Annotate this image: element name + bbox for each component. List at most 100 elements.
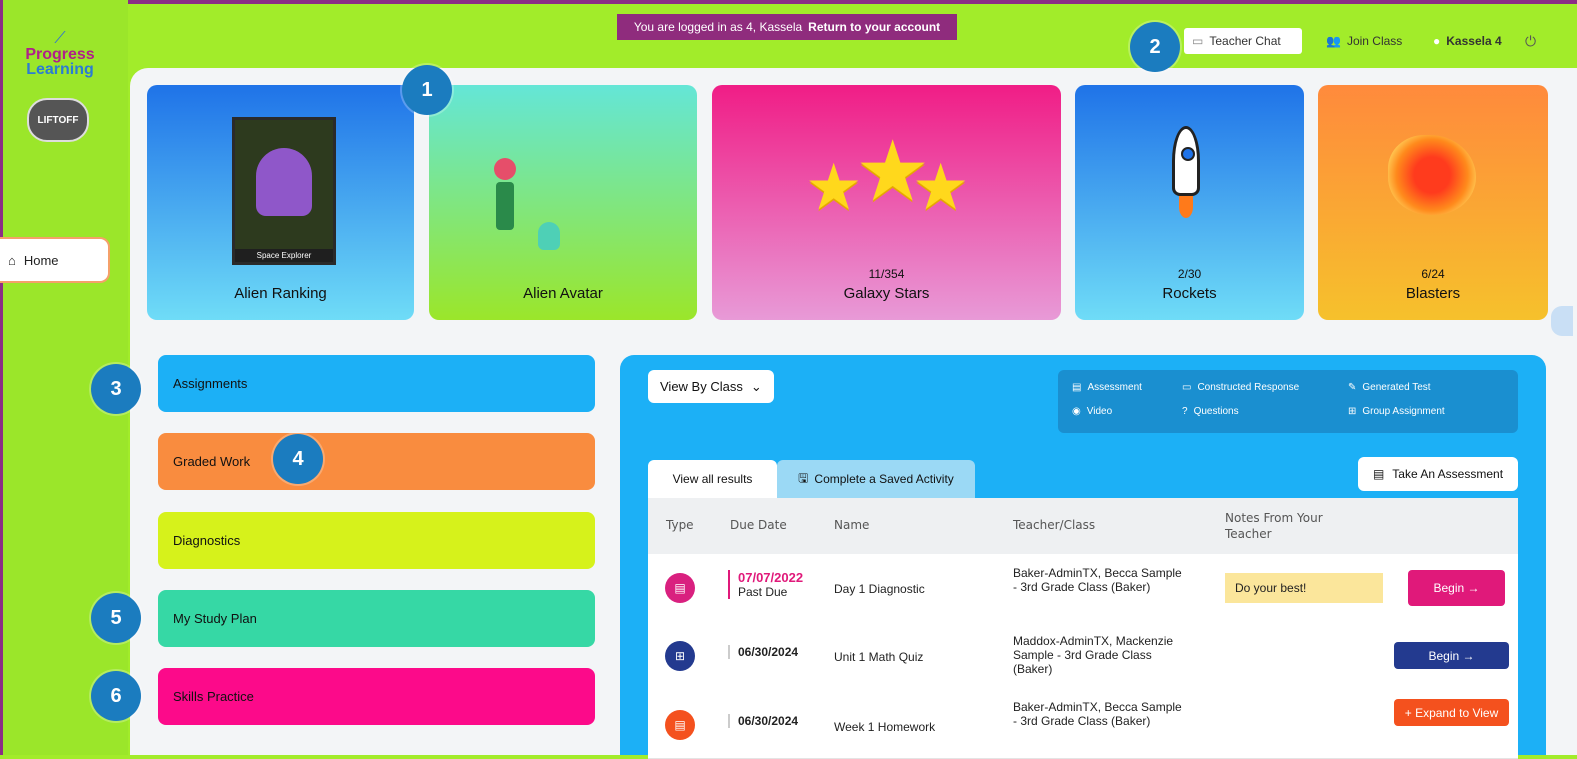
table-row[interactable]: ▤ 06/30/2024 Week 1 Homework Baker-Admin… (648, 690, 1518, 759)
liftoff-logo: LIFTOFF (27, 98, 89, 142)
callout-badge-1: 1 (402, 65, 452, 115)
rocket-icon (1163, 126, 1209, 226)
legend-label: Constructed Response (1197, 382, 1300, 393)
legend-label: Questions (1193, 406, 1239, 417)
table-header: Type Due Date Name Teacher/Class Notes F… (648, 498, 1518, 554)
save-icon: 🖫 (798, 470, 809, 485)
legend-label: Assessment (1087, 382, 1142, 393)
due-date: 07/07/2022 (738, 570, 804, 585)
skills-practice-button[interactable]: Skills Practice (158, 668, 595, 725)
header-due-date: Due Date (730, 518, 787, 532)
small-alien-icon (538, 222, 560, 250)
microphone-tab-icon[interactable] (1551, 306, 1573, 336)
constructed-response-icon: ▭ (1182, 382, 1192, 393)
card-count: 11/354 (868, 267, 905, 281)
due-date: 06/30/2024 (738, 645, 799, 659)
left-frame (0, 0, 3, 755)
legend-video: ◉ Video (1072, 406, 1112, 417)
user-icon: ● (1433, 34, 1441, 48)
sidebar-item-home[interactable]: ⌂ Home (0, 237, 110, 283)
card-title: Blasters (1405, 285, 1461, 302)
chat-icon: ▭ (1192, 34, 1204, 48)
user-name-label: Kassela 4 (1446, 34, 1502, 48)
callout-badge-5: 5 (91, 593, 141, 643)
callout-badge-3: 3 (91, 364, 141, 414)
generated-test-icon: ✎ (1348, 382, 1357, 393)
tab-label: Complete a Saved Activity (814, 472, 954, 486)
space-explorer-poster: Space Explorer (232, 117, 336, 265)
assignment-name: Day 1 Diagnostic (834, 582, 925, 596)
past-due-label: Past Due (738, 585, 788, 599)
header-name: Name (834, 518, 870, 532)
take-assessment-button[interactable]: ▤ Take An Assessment (1358, 457, 1518, 491)
card-title: Alien Ranking (234, 285, 327, 302)
legend-assessment: ▤ Assessment (1072, 382, 1142, 393)
card-count: 6/24 (1421, 267, 1445, 281)
begin-button[interactable]: Begin → (1394, 642, 1509, 669)
document-icon: ▤ (1372, 467, 1385, 481)
card-title: Alien Avatar (523, 285, 603, 302)
assignment-type-legend: ▤ Assessment ▭ Constructed Response ✎ Gener… (1058, 370, 1518, 433)
teacher-class: Baker-AdminTX, Becca Sample - 3rd Grade … (1013, 700, 1182, 728)
sidebar-item-label: Home (23, 252, 59, 268)
due-date: 06/30/2024 (738, 714, 799, 728)
impersonation-banner: You are logged in as 4, Kassela Return t… (617, 14, 957, 40)
assignments-table: Type Due Date Name Teacher/Class Notes F… (648, 498, 1518, 759)
take-assessment-label: Take An Assessment (1392, 467, 1504, 481)
home-icon: ⌂ (8, 252, 16, 268)
view-by-label: View By Class (660, 379, 743, 394)
banner-text: You are logged in as 4, Kassela (633, 20, 803, 34)
diagnostics-button[interactable]: Diagnostics (158, 512, 595, 569)
study-plan-button[interactable]: My Study Plan (158, 590, 595, 647)
chevron-down-icon: ⌄ (750, 378, 762, 394)
teacher-chat-label: Teacher Chat (1209, 34, 1281, 48)
table-row[interactable]: ▤ 07/07/2022 Past Due Day 1 Diagnostic B… (648, 554, 1518, 623)
star-icon: ★ (912, 151, 970, 223)
robot-avatar-icon (492, 158, 518, 252)
question-icon: ? (1182, 406, 1188, 417)
header-teacher-class: Teacher/Class (1013, 518, 1096, 532)
header-type: Type (666, 518, 694, 532)
group-assignment-icon: ⊞ (1348, 406, 1357, 417)
group-icon: 👥 (1326, 34, 1341, 48)
table-row[interactable]: ⊞ 06/30/2024 Unit 1 Math Quiz Maddox-Adm… (648, 622, 1518, 691)
teacher-chat-button[interactable]: ▭ Teacher Chat (1184, 28, 1302, 54)
assessment-icon: ▤ (665, 573, 695, 603)
callout-badge-2: 2 (1130, 22, 1180, 72)
alien-avatar-card[interactable]: Alien Avatar (429, 85, 697, 320)
logo-word-learning: Learning (26, 61, 94, 78)
join-class-button[interactable]: 👥 Join Class (1326, 28, 1402, 54)
assessment-icon: ▤ (1072, 382, 1082, 393)
star-icon: ★ (805, 151, 863, 223)
assessment-icon: ▤ (665, 710, 695, 740)
expand-to-view-button[interactable]: + Expand to View (1394, 699, 1509, 726)
progress-learning-logo[interactable]: ⟋ Progress Learning (10, 30, 110, 78)
header-notes: Notes From Your Teacher (1225, 511, 1323, 541)
assignments-button[interactable]: Assignments (158, 355, 595, 412)
assignment-name: Unit 1 Math Quiz (834, 650, 924, 664)
graded-work-button[interactable]: Graded Work (158, 433, 595, 490)
card-title: Galaxy Stars (843, 285, 930, 302)
join-class-label: Join Class (1346, 34, 1403, 48)
user-menu[interactable]: ● Kassela 4 (1433, 28, 1502, 54)
assignment-name: Week 1 Homework (834, 720, 936, 734)
due-date-cell: 07/07/2022 Past Due (728, 570, 803, 599)
legend-generated-test: ✎ Generated Test (1348, 382, 1431, 393)
teacher-class: Baker-AdminTX, Becca Sample - 3rd Grade … (1013, 566, 1182, 594)
legend-group-assignment: ⊞ Group Assignment (1348, 406, 1445, 417)
begin-button[interactable]: Begin → (1408, 570, 1505, 606)
explorer-alien-icon (256, 148, 312, 216)
card-count: 2/30 (1177, 267, 1202, 281)
teacher-class: Maddox-AdminTX, Mackenzie Sample - 3rd G… (1013, 634, 1174, 676)
view-by-class-dropdown[interactable]: View By Class ⌄ (648, 370, 774, 403)
return-to-account-link[interactable]: Return to your account (808, 20, 940, 34)
legend-questions: ? Questions (1182, 406, 1239, 417)
legend-label: Video (1086, 406, 1113, 417)
callout-badge-6: 6 (91, 671, 141, 721)
tab-complete-saved-activity[interactable]: 🖫 Complete a Saved Activity (777, 460, 975, 498)
tab-view-all-results[interactable]: View all results (648, 460, 777, 498)
logout-power-icon[interactable]: ⏻ (1525, 28, 1536, 54)
due-date-cell: 06/30/2024 (728, 645, 798, 659)
video-icon: ◉ (1072, 406, 1081, 417)
legend-label: Generated Test (1362, 382, 1431, 393)
